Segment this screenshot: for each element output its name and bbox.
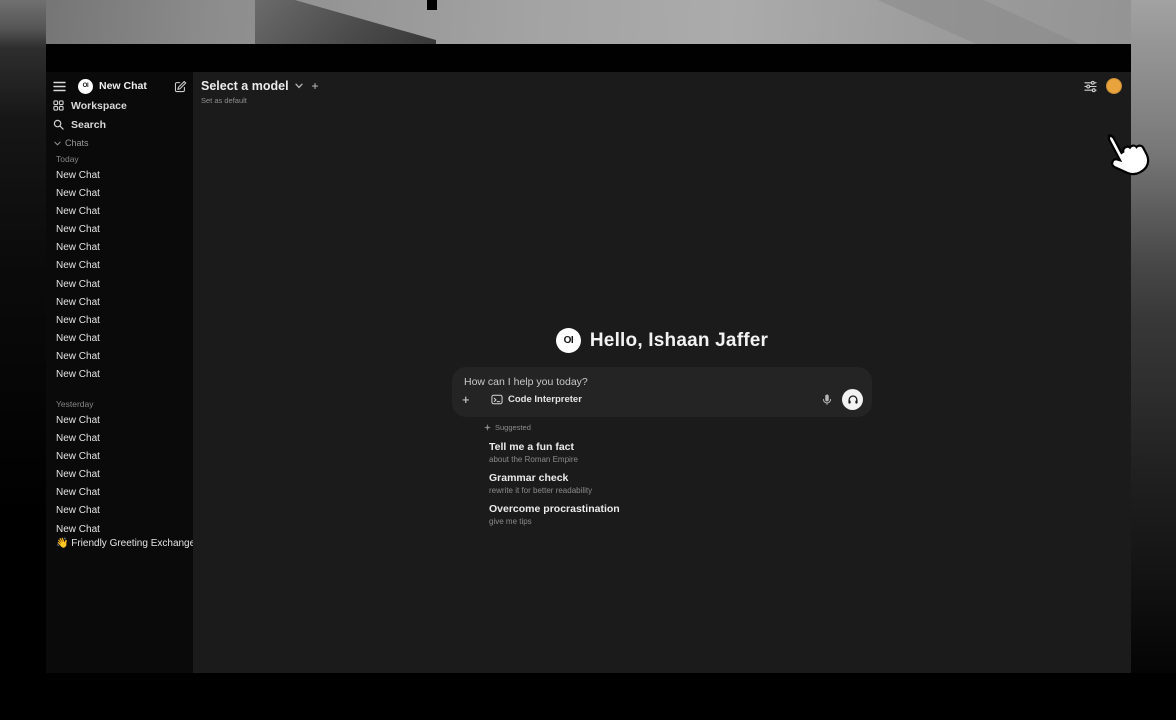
greeting-title: Hello, Ishaan Jaffer [590,330,768,352]
wallpaper-notch [427,0,437,10]
add-model-button[interactable]: + [312,80,319,92]
chat-list-item[interactable]: New Chat [46,239,193,257]
chat-list-item[interactable]: New Chat [46,167,193,185]
headphones-icon [847,394,859,405]
suggestion-title: Grammar check [489,472,872,484]
microphone-icon[interactable] [822,393,832,406]
chevron-down-icon [54,141,61,146]
greeting-row: OI Hello, Ishaan Jaffer [452,328,872,353]
chat-center-column: OI Hello, Ishaan Jaffer How can I help y… [452,72,872,673]
suggested-header: Suggested [484,423,872,432]
chat-list-item[interactable]: New Chat [46,448,193,466]
app-window: OI New Chat Workspace [46,44,1131,673]
chat-list-item[interactable]: New Chat [46,430,193,448]
chats-section-header[interactable]: Chats [54,138,89,148]
workspace-label: Workspace [71,100,127,112]
search-icon [53,119,64,130]
model-selector-label: Select a model [201,79,289,93]
wallpaper-right [1131,0,1176,720]
sidebar-toggle-icon[interactable] [53,81,66,92]
chat-list-item[interactable]: New Chat [46,330,193,348]
terminal-icon [491,394,503,405]
sparkle-icon [484,424,491,431]
suggestion-title: Tell me a fun fact [489,441,872,453]
desktop: OI New Chat Workspace [0,0,1176,720]
suggestion-item[interactable]: Grammar check rewrite it for better read… [489,472,872,495]
chat-list-item[interactable]: New Chat [46,221,193,239]
chat-list-today: New Chat New Chat New Chat New Chat New … [46,167,193,384]
chat-list-item[interactable]: New Chat [46,412,193,430]
chat-list-item[interactable]: New Chat [46,203,193,221]
attach-plus-button[interactable]: + [462,393,478,406]
chat-list-item[interactable]: New Chat [46,502,193,520]
sidebar-item-search[interactable]: Search [53,116,187,133]
suggestion-title: Overcome procrastination [489,503,872,515]
chat-group-label-today: Today [56,154,79,164]
code-interpreter-toggle[interactable]: Code Interpreter [491,394,582,405]
wallpaper-bottom [0,673,1176,720]
chat-list-item[interactable]: New Chat [46,466,193,484]
chat-list-item[interactable]: New Chat [46,257,193,275]
chats-label: Chats [65,138,89,148]
sidebar-title: New Chat [99,80,147,92]
chat-list-item[interactable]: New Chat [46,185,193,203]
sidebar-item-workspace[interactable]: Workspace [53,97,187,114]
chat-list-item[interactable]: New Chat [46,312,193,330]
suggestion-item[interactable]: Tell me a fun fact about the Roman Empir… [489,441,872,464]
voice-call-button[interactable] [842,389,863,410]
app-logo: OI [556,328,581,353]
workspace-grid-icon [53,100,64,111]
suggested-section: Suggested Tell me a fun fact about the R… [452,423,872,534]
sidebar-header: OI New Chat [53,77,187,95]
app-logo: OI [78,79,93,94]
wallpaper-left [0,0,46,720]
chat-list-item-named[interactable]: 👋 Friendly Greeting Exchange [46,535,193,553]
chevron-down-icon [295,83,303,89]
suggestion-subtitle: rewrite it for better readability [489,486,872,495]
topbar-actions [1084,78,1122,94]
suggestion-list: Tell me a fun fact about the Roman Empir… [489,441,872,526]
suggestion-item[interactable]: Overcome procrastination give me tips [489,503,872,526]
suggestion-subtitle: about the Roman Empire [489,455,872,464]
set-as-default-button[interactable]: Set as default [201,96,319,105]
prompt-input[interactable]: How can I help you today? + Code Interpr… [452,367,872,417]
chat-list-item[interactable]: New Chat [46,276,193,294]
suggestion-subtitle: give me tips [489,517,872,526]
controls-sliders-icon[interactable] [1084,80,1097,93]
prompt-placeholder: How can I help you today? [464,376,588,388]
chat-list-item[interactable]: New Chat [46,348,193,366]
chat-list-yesterday: New Chat New Chat New Chat New Chat New … [46,412,193,539]
model-selector-button[interactable]: Select a model + [201,79,319,93]
suggested-label: Suggested [495,423,531,432]
chat-list-item[interactable]: New Chat [46,294,193,312]
prompt-toolbar: + Code Interpreter [462,389,863,410]
user-avatar[interactable] [1106,78,1122,94]
new-chat-button[interactable] [174,80,187,93]
chat-group-label-yesterday: Yesterday [56,399,94,409]
sidebar: OI New Chat Workspace [46,72,193,673]
code-interpreter-label: Code Interpreter [508,394,582,405]
search-label: Search [71,119,106,131]
chat-list-item[interactable]: New Chat [46,366,193,384]
main-area: Select a model + Set as default [193,72,1131,673]
chat-list-item[interactable]: New Chat [46,484,193,502]
model-selector-area: Select a model + Set as default [201,79,319,105]
